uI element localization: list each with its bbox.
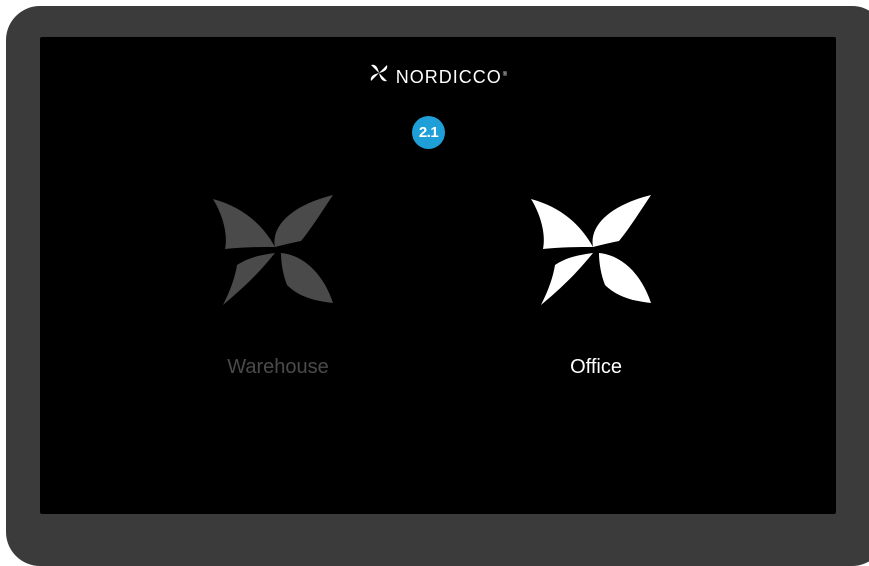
warehouse-label: Warehouse [227,356,329,378]
warehouse-option[interactable]: Warehouse [188,185,368,405]
office-label: Office [570,356,622,378]
brand-name: NORDICCO® [395,66,509,87]
office-option[interactable]: Office [506,185,686,405]
office-pinwheel-icon [531,195,651,305]
brand-header: NORDICCO® [40,63,836,88]
pinwheel-logo-icon [368,63,390,88]
warehouse-pinwheel-icon [213,195,333,305]
touch-screen: NORDICCO® 2.1 Warehouse Office [40,37,836,514]
step-badge: 2.1 [412,116,445,149]
